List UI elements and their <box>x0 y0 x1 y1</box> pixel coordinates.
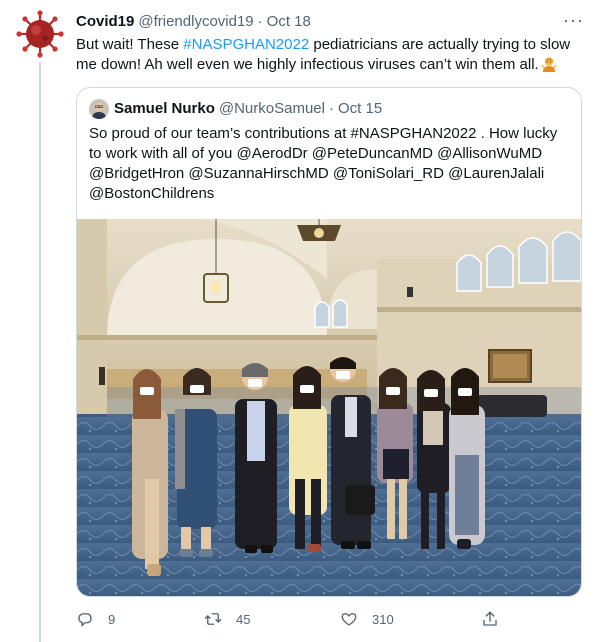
quoted-author-handle[interactable]: @NurkoSamuel <box>219 99 325 119</box>
share-icon <box>483 611 497 626</box>
reply-button[interactable]: 9 <box>76 610 115 628</box>
quoted-author-name[interactable]: Samuel Nurko <box>114 99 215 119</box>
group-photo[interactable] <box>77 219 582 597</box>
person-avatar-icon <box>89 99 109 119</box>
quoted-header: Samuel Nurko @NurkoSamuel · Oct 15 <box>89 99 382 119</box>
quoted-avatar <box>89 99 109 119</box>
like-button[interactable]: 310 <box>340 610 394 628</box>
avatar[interactable] <box>16 10 64 58</box>
retweet-icon <box>204 613 222 625</box>
reply-icon <box>78 613 92 627</box>
share-button[interactable] <box>481 610 513 628</box>
author-name[interactable]: Covid19 <box>76 12 134 32</box>
quoted-text: So proud of our team’s contributions at … <box>89 125 558 202</box>
person-shrug-emoji-icon <box>541 57 557 72</box>
retweet-button[interactable]: 45 <box>204 610 250 628</box>
virus-avatar-icon <box>16 10 64 58</box>
more-icon[interactable]: ··· <box>563 11 584 29</box>
like-count: 310 <box>372 611 394 627</box>
retweet-count: 45 <box>236 611 251 627</box>
separator: · <box>257 13 263 30</box>
reply-count: 9 <box>108 611 116 627</box>
action-bar: 9 45 310 <box>76 610 516 632</box>
author-handle[interactable]: @friendlycovid19 <box>138 12 253 32</box>
tweet-header: Covid19 @friendlycovid19 · Oct 18 <box>76 11 586 33</box>
tweet-date[interactable]: Oct 18 <box>267 12 311 32</box>
thread-line <box>39 62 41 642</box>
tweet-text-before: But wait! These <box>76 36 184 53</box>
quoted-date[interactable]: Oct 15 <box>338 99 382 119</box>
quoted-tweet[interactable]: Samuel Nurko @NurkoSamuel · Oct 15 So pr… <box>76 87 582 597</box>
tweet-body: Covid19 @friendlycovid19 · Oct 18 ··· Bu… <box>76 11 586 75</box>
tweet-text: But wait! These #NASPGHAN2022 pediatrici… <box>76 35 576 75</box>
like-icon <box>341 613 357 626</box>
quoted-separator: · <box>328 100 334 117</box>
hashtag-link[interactable]: #NASPGHAN2022 <box>183 36 309 53</box>
